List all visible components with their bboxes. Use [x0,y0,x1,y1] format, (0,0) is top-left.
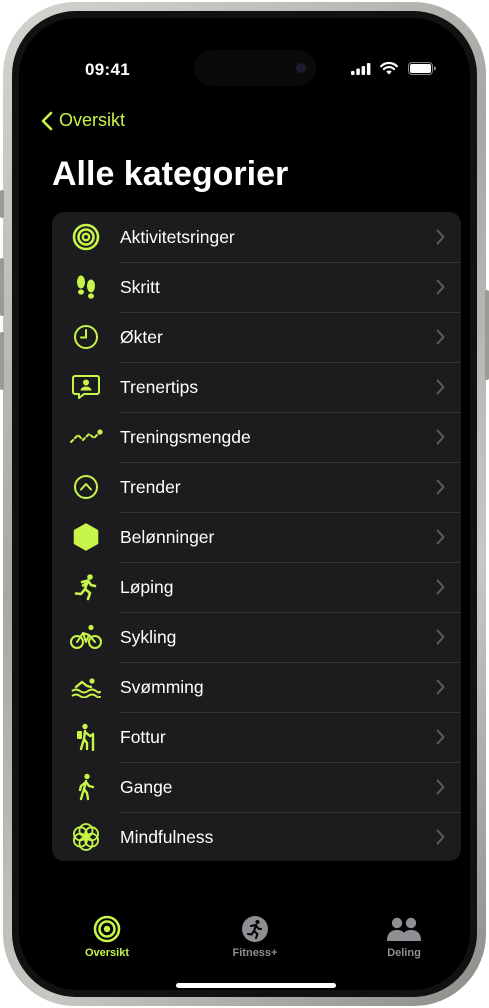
chevron-right-icon [436,829,445,845]
list-item-hiking[interactable]: Fottur [52,712,461,763]
clock-icon [52,312,120,362]
mindfulness-icon [52,812,120,861]
battery-icon [408,62,436,75]
list-item-awards[interactable]: Belønninger [52,512,461,563]
list-item-coach-tips[interactable]: Trenertips [52,362,461,413]
list-item-walking[interactable]: Gange [52,762,461,813]
chevron-right-icon [436,229,445,245]
sharing-icon [387,917,421,941]
list-item-label: Mindfulness [120,827,214,847]
list-item-label: Fottur [120,712,461,763]
list-item-activity-rings[interactable]: Aktivitetsringer [52,212,461,263]
action-button [0,190,4,218]
walking-icon [52,762,120,812]
wifi-icon [380,62,398,75]
activity-rings-icon [93,915,121,943]
list-item-label: Løping [120,562,461,613]
status-bar: 09:41 [19,18,470,86]
list-item-trends[interactable]: Trender [52,462,461,513]
tab-overview[interactable]: Oversikt [57,915,157,959]
back-button-label: Oversikt [59,110,126,130]
training-load-icon [52,412,120,462]
phone-frame: 09:41 Oversikt Alle kategorier Aktivitet… [3,2,486,1006]
swimming-icon [52,662,120,712]
tab-label: Oversikt [84,947,130,959]
side-button [485,290,489,380]
activity-rings-icon [52,212,120,262]
chevron-right-icon [436,529,445,545]
hiking-icon [52,712,120,762]
chevron-left-icon [41,111,53,130]
category-list: Aktivitetsringer Skritt Økter Trenertips… [52,212,461,861]
chevron-right-icon [436,329,445,345]
list-item-label: Belønninger [120,512,461,563]
chevron-right-icon [436,679,445,695]
awards-icon [52,512,120,562]
list-item-training-load[interactable]: Treningsmengde [52,412,461,463]
list-item-label: Svømming [120,662,461,713]
tab-fitness-plus[interactable]: Fitness+ [205,915,305,959]
list-item-label: Skritt [120,262,461,313]
tab-label: Fitness+ [232,947,278,959]
chevron-right-icon [436,729,445,745]
camera-icon [296,63,306,73]
list-item-cycling[interactable]: Sykling [52,612,461,663]
fitness-plus-icon [242,916,268,942]
tab-label: Deling [387,947,421,959]
list-item-steps[interactable]: Skritt [52,262,461,313]
list-item-label: Økter [120,312,461,363]
volume-down-button [0,332,4,390]
back-button[interactable]: Oversikt [41,110,125,131]
chevron-right-icon [436,779,445,795]
chevron-right-icon [436,579,445,595]
cycling-icon [52,612,120,662]
screen: 09:41 Oversikt Alle kategorier Aktivitet… [19,18,470,990]
page-title: Alle kategorier [52,155,289,193]
list-item-workouts[interactable]: Økter [52,312,461,363]
list-item-label: Sykling [120,612,461,663]
phone-bezel: 09:41 Oversikt Alle kategorier Aktivitet… [12,11,477,997]
tab-sharing[interactable]: Deling [354,915,454,959]
coach-tips-icon [52,362,120,412]
trends-icon [52,462,120,512]
chevron-right-icon [436,379,445,395]
tab-bar: Oversikt Fitness+ Deling [19,903,470,963]
list-item-label: Treningsmengde [120,412,461,463]
home-indicator[interactable] [176,983,336,988]
running-icon [52,562,120,612]
status-time: 09:41 [85,60,130,79]
chevron-right-icon [436,629,445,645]
list-item-running[interactable]: Løping [52,562,461,613]
chevron-right-icon [436,479,445,495]
chevron-right-icon [436,279,445,295]
list-item-label: Aktivitetsringer [120,212,461,263]
list-item-mindfulness[interactable]: Mindfulness [52,812,461,861]
list-item-label: Trenertips [120,362,461,413]
list-item-swimming[interactable]: Svømming [52,662,461,713]
chevron-right-icon [436,429,445,445]
volume-up-button [0,258,4,316]
list-item-label: Trender [120,462,461,513]
list-item-label: Gange [120,762,461,813]
cellular-signal-icon [351,63,371,75]
footprints-icon [52,262,120,312]
